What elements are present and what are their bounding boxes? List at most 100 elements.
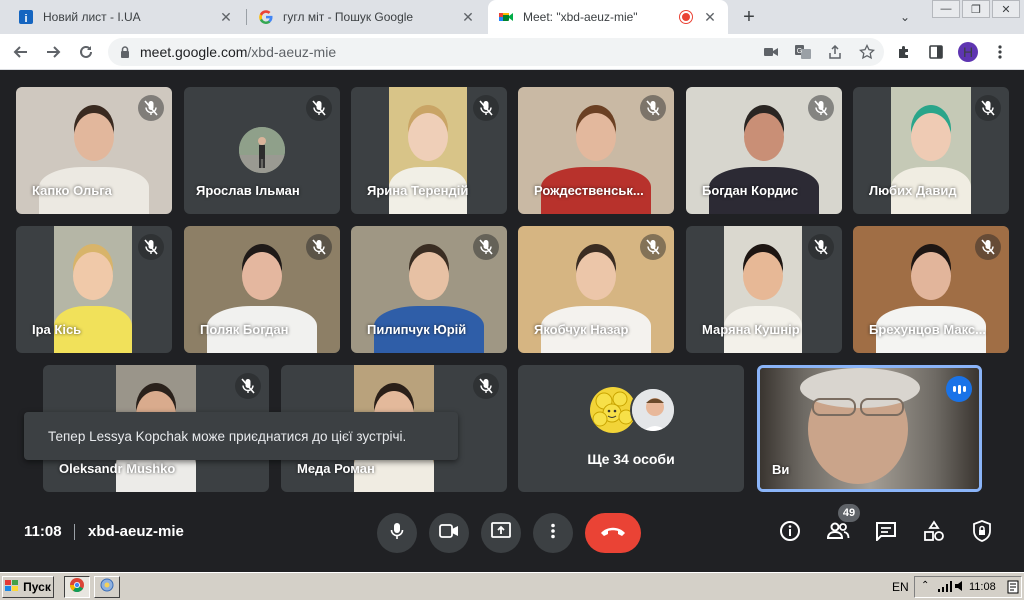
- join-notification-toast: Тепер Lessya Kopchak може приєднатися до…: [24, 412, 458, 460]
- activities-shapes-icon: [923, 519, 945, 547]
- taskbar-clock: 11:08: [969, 581, 996, 593]
- people-icon: [826, 522, 850, 545]
- tray-expand-icon[interactable]: ⌃: [921, 580, 929, 591]
- svg-text:G: G: [797, 48, 802, 55]
- participant-name: Oleksandr Mushko: [59, 461, 176, 476]
- muted-mic-icon: [473, 234, 499, 260]
- participant-name: Капко Ольга: [32, 183, 112, 198]
- taskbar-chrome-button[interactable]: [64, 576, 90, 598]
- participant-name: Іра Кісь: [32, 322, 82, 337]
- meeting-control-bar: 11:08 xbd-aeuz-mie 49: [0, 500, 1024, 572]
- side-panel-icon[interactable]: [926, 42, 946, 62]
- camera-icon: [439, 523, 459, 543]
- window-controls: — ❐ ✕: [930, 0, 1020, 18]
- browser-toolbar: meet.google.com/xbd-aeuz-mie G H: [0, 34, 1024, 70]
- restore-button[interactable]: ❐: [962, 0, 990, 18]
- tab-search-chevron-icon[interactable]: ⌄: [896, 8, 914, 26]
- participant-tile[interactable]: Рождественськ...: [518, 87, 674, 214]
- participant-tile[interactable]: Маряна Кушнір: [686, 226, 842, 353]
- divider: [74, 524, 75, 540]
- minimize-button[interactable]: —: [932, 0, 960, 18]
- close-window-button[interactable]: ✕: [992, 0, 1020, 18]
- extensions-area: H: [894, 38, 1010, 66]
- network-signal-icon[interactable]: [937, 581, 953, 596]
- more-menu-icon[interactable]: [990, 42, 1010, 62]
- browser-tab-iua[interactable]: i Новий лист - I.UA ✕: [8, 0, 244, 34]
- share-icon[interactable]: [826, 43, 844, 61]
- muted-mic-icon: [808, 95, 834, 121]
- activities-button[interactable]: [918, 517, 950, 549]
- input-language-indicator[interactable]: EN: [892, 580, 909, 594]
- browser-tab-meet[interactable]: Meet: "xbd-aeuz-mie" ✕: [488, 0, 728, 34]
- participant-name: Рождественськ...: [534, 183, 644, 198]
- recording-dot-icon: [680, 11, 692, 23]
- windows-flag-icon: [5, 579, 19, 595]
- more-vert-icon: [551, 523, 555, 544]
- participant-name: Пилипчук Юрій: [367, 322, 467, 337]
- start-label: Пуск: [23, 580, 51, 594]
- self-video-tile[interactable]: Ви: [757, 365, 982, 492]
- host-controls-button[interactable]: [966, 517, 998, 549]
- volume-icon[interactable]: [955, 580, 965, 595]
- muted-mic-icon: [975, 234, 1001, 260]
- participant-tile[interactable]: Богдан Кордис: [686, 87, 842, 214]
- url-path: /xbd-aeuz-mie: [247, 44, 337, 60]
- bookmark-star-icon[interactable]: [858, 43, 876, 61]
- participant-tile[interactable]: Брехунцов Макс...: [853, 226, 1009, 353]
- lock-icon[interactable]: [118, 45, 132, 59]
- chat-button[interactable]: [870, 517, 902, 549]
- camera-in-use-icon[interactable]: [762, 43, 780, 61]
- close-icon[interactable]: ✕: [218, 9, 234, 25]
- camera-button[interactable]: [429, 513, 469, 553]
- microphone-button[interactable]: [377, 513, 417, 553]
- end-call-icon: [600, 524, 626, 542]
- browser-tab-strip: i Новий лист - I.UA ✕ гугл міт - Пошук G…: [0, 0, 1024, 34]
- tab-title: гугл міт - Пошук Google: [283, 10, 414, 24]
- tab-title: Новий лист - I.UA: [43, 10, 141, 24]
- back-arrow-icon[interactable]: [6, 38, 34, 66]
- avatar: [239, 127, 285, 173]
- muted-mic-icon: [235, 373, 261, 399]
- info-icon: [779, 520, 801, 547]
- reload-icon[interactable]: [72, 38, 100, 66]
- microphone-icon: [389, 522, 405, 545]
- new-tab-button[interactable]: +: [737, 5, 761, 29]
- tab-divider: [246, 9, 247, 25]
- google-favicon-icon: [258, 9, 274, 25]
- muted-mic-icon: [473, 95, 499, 121]
- browser-tab-google-search[interactable]: гугл міт - Пошук Google ✕: [248, 0, 486, 34]
- more-participants-tile[interactable]: Ще 34 особи: [518, 365, 744, 492]
- close-icon[interactable]: ✕: [702, 9, 718, 25]
- url-host: meet.google.com: [140, 44, 248, 60]
- present-screen-button[interactable]: [481, 513, 521, 553]
- translate-icon[interactable]: G: [794, 43, 812, 61]
- forward-arrow-icon[interactable]: [40, 38, 68, 66]
- participant-tile[interactable]: Ярослав Ільман: [184, 87, 340, 214]
- participant-tile[interactable]: Пилипчук Юрій: [351, 226, 507, 353]
- extensions-puzzle-icon[interactable]: [894, 42, 914, 62]
- people-count-badge: 49: [838, 504, 860, 522]
- meeting-details-button[interactable]: [774, 517, 806, 549]
- address-bar[interactable]: meet.google.com/xbd-aeuz-mie G: [108, 38, 884, 66]
- more-options-button[interactable]: [533, 513, 573, 553]
- taskbar-app-button[interactable]: [94, 576, 120, 598]
- start-button[interactable]: Пуск: [2, 576, 54, 598]
- participant-name: Поляк Богдан: [200, 322, 289, 337]
- participant-tile[interactable]: Ярина Терендій: [351, 87, 507, 214]
- present-screen-icon: [491, 521, 511, 545]
- participant-name: Маряна Кушнір: [702, 322, 800, 337]
- toast-text: Тепер Lessya Kopchak може приєднатися до…: [48, 428, 407, 444]
- windows-taskbar: Пуск EN ⌃ 11:08: [0, 572, 1024, 600]
- leave-call-button[interactable]: [585, 513, 641, 553]
- participant-tile[interactable]: Капко Ольга: [16, 87, 172, 214]
- participant-tile[interactable]: Іра Кісь: [16, 226, 172, 353]
- muted-mic-icon: [640, 95, 666, 121]
- participant-tile[interactable]: Поляк Богдан: [184, 226, 340, 353]
- participant-tile[interactable]: Любих Давид: [853, 87, 1009, 214]
- participant-name: Богдан Кордис: [702, 183, 799, 198]
- notification-icon[interactable]: [1007, 580, 1019, 597]
- muted-mic-icon: [138, 234, 164, 260]
- close-icon[interactable]: ✕: [460, 9, 476, 25]
- participant-tile[interactable]: Якобчук Назар: [518, 226, 674, 353]
- profile-avatar[interactable]: H: [958, 42, 978, 62]
